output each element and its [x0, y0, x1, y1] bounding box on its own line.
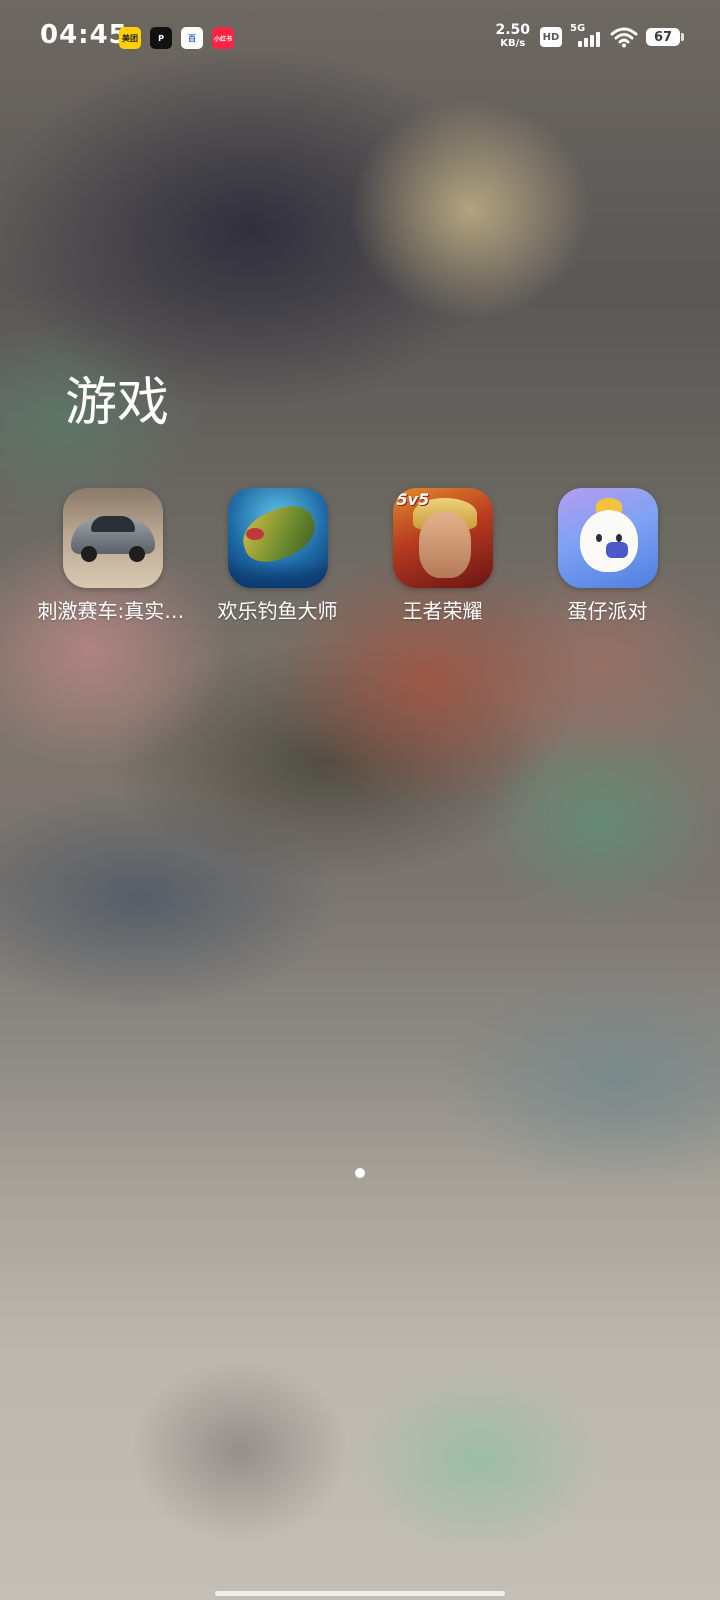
- honor-of-kings-app-icon[interactable]: 5v5: [392, 488, 493, 588]
- status-clock: 04:45: [40, 20, 128, 50]
- xiaohongshu-icon: 小红书: [212, 27, 234, 49]
- wifi-icon: [610, 27, 638, 48]
- app-label: 王者荣耀: [402, 599, 483, 623]
- network-speed-unit: KB/s: [500, 38, 526, 49]
- meituan-icon: 美团: [119, 27, 141, 49]
- app-label: 刺激赛车:真实驾驶: [37, 599, 188, 623]
- network-speed-value: 2.50: [495, 22, 530, 38]
- notification-icons: 美团 P 百 小红书: [119, 27, 234, 49]
- app-fishing[interactable]: 欢乐钓鱼大师: [195, 488, 360, 624]
- eggy-party-app-icon[interactable]: [557, 488, 658, 588]
- battery-icon: 67: [646, 28, 684, 46]
- cellular-signal-icon: 5G: [570, 23, 600, 49]
- gesture-navigation-bar[interactable]: [215, 1591, 505, 1596]
- system-icons: 2.50 KB/s HD 5G 67: [495, 22, 684, 52]
- race-car-app-icon[interactable]: [62, 488, 163, 588]
- page-indicator-dot: [355, 1168, 365, 1178]
- app-label: 蛋仔派对: [567, 599, 648, 623]
- app-eggy-party[interactable]: 蛋仔派对: [525, 488, 690, 624]
- baidu-icon: 百: [181, 27, 203, 49]
- folder-title[interactable]: 游戏: [65, 360, 169, 435]
- app-race-car[interactable]: 刺激赛车:真实驾驶: [30, 488, 195, 624]
- status-bar: 04:45 美团 P 百 小红书 2.50 KB/s HD 5G 67: [0, 0, 720, 78]
- battery-level: 67: [653, 29, 673, 45]
- app-honor-of-kings[interactable]: 5v5 王者荣耀: [360, 488, 525, 624]
- fishing-app-icon[interactable]: [227, 488, 328, 588]
- folder-app-grid: 刺激赛车:真实驾驶 欢乐钓鱼大师 5v5 王者荣耀 蛋仔派对: [30, 488, 690, 624]
- app-label: 欢乐钓鱼大师: [217, 599, 338, 623]
- hd-icon: HD: [540, 27, 562, 47]
- network-speed: 2.50 KB/s: [495, 22, 530, 50]
- pinduoduo-icon: P: [150, 27, 172, 49]
